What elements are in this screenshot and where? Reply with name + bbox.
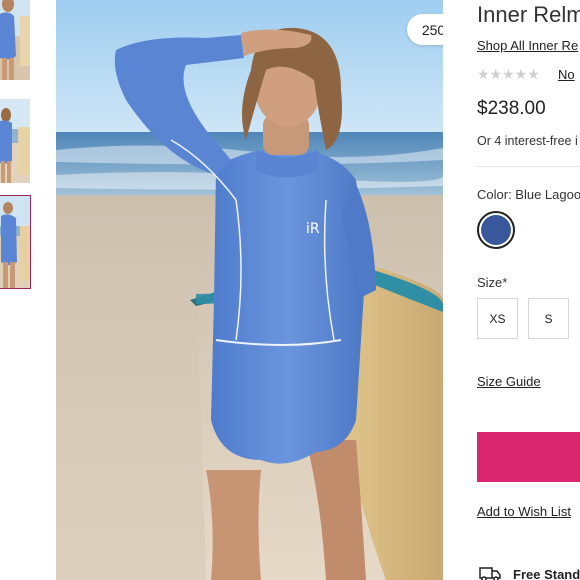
rating-stars: ★★★★★: [477, 66, 540, 82]
size-button-xs[interactable]: XS: [477, 298, 518, 339]
installments-text: Or 4 interest-free i: [477, 134, 578, 148]
color-swatch-blue-lagoon: [481, 215, 511, 245]
thumbnail-2[interactable]: [0, 99, 30, 183]
product-title: Inner Relm: [477, 2, 580, 27]
color-swatch-selected[interactable]: [477, 211, 515, 249]
svg-text:iR: iR: [306, 221, 320, 237]
shipping-info: Free Stand: [479, 566, 580, 580]
truck-icon: [479, 567, 501, 580]
main-product-image[interactable]: iR 250: [56, 0, 443, 580]
size-guide-link[interactable]: Size Guide: [477, 374, 541, 389]
product-info-panel: Inner Relm Shop All Inner Re ★★★★★ No $2…: [477, 0, 580, 580]
shipping-text: Free Stand: [513, 566, 580, 580]
reviews-link[interactable]: No: [558, 67, 575, 82]
divider: [477, 166, 580, 167]
thumbnail-strip: [0, 0, 34, 580]
color-label: Color: Blue Lagoo: [477, 187, 580, 202]
thumbnail-3-selected[interactable]: [0, 195, 31, 289]
wishlist-count-button[interactable]: 250: [407, 14, 443, 45]
size-button-s[interactable]: S: [528, 298, 569, 339]
thumbnail-1[interactable]: [0, 0, 30, 80]
add-to-bag-button[interactable]: [477, 432, 580, 482]
wishlist-count: 250: [421, 21, 443, 38]
add-to-wishlist-link[interactable]: Add to Wish List: [477, 504, 571, 519]
size-label: Size*: [477, 275, 508, 290]
product-price: $238.00: [477, 98, 546, 119]
shop-all-link[interactable]: Shop All Inner Re: [477, 38, 578, 53]
product-photo: iR: [56, 0, 443, 580]
